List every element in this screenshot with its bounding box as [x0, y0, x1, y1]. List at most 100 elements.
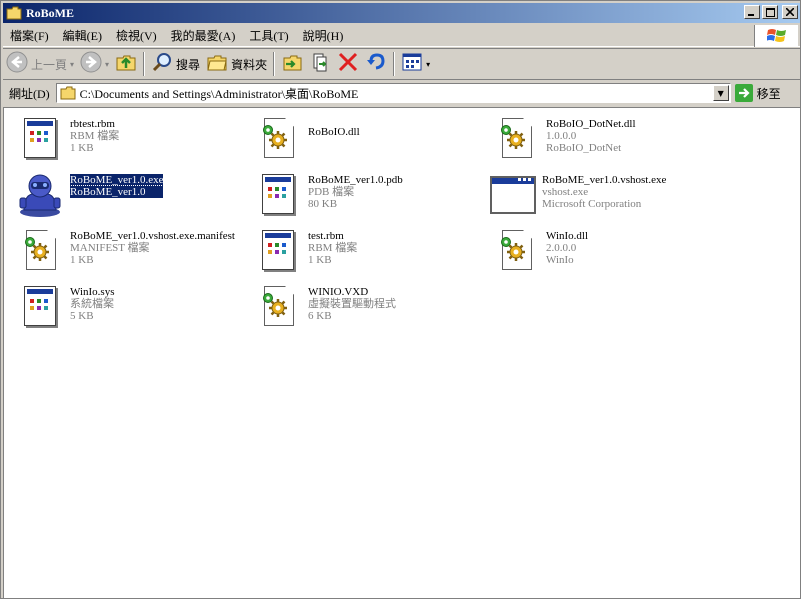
- back-button[interactable]: 上一頁 ▾: [3, 50, 77, 78]
- file-item-selected[interactable]: RoBoME_ver1.0.exe RoBoME_ver1.0: [16, 170, 246, 222]
- forward-dropdown-icon[interactable]: ▾: [105, 60, 109, 69]
- file-item[interactable]: WinIo.sys 系統檔案 5 KB: [16, 282, 246, 334]
- search-icon: [151, 51, 173, 77]
- back-label: 上一頁: [31, 57, 68, 72]
- file-type: RBM 檔案: [70, 130, 120, 142]
- menu-view[interactable]: 檢視(V): [109, 27, 164, 44]
- folders-button[interactable]: 資料夾: [203, 50, 270, 78]
- back-arrow-icon: [6, 51, 28, 77]
- menu-file[interactable]: 檔案(F): [3, 27, 56, 44]
- file-item[interactable]: test.rbm RBM 檔案 1 KB: [254, 226, 484, 278]
- undo-button[interactable]: [362, 50, 390, 78]
- window-title: RoBoME: [26, 5, 74, 20]
- search-label: 搜尋: [176, 57, 201, 72]
- dll-gear-icon: [254, 114, 302, 162]
- file-type: 虛擬裝置驅動程式: [308, 298, 396, 310]
- undo-icon: [365, 51, 387, 77]
- file-name: RoBoME_ver1.0.pdb: [308, 174, 403, 186]
- views-icon: [401, 51, 423, 77]
- file-name: WinIo.dll: [546, 230, 589, 242]
- file-name: test.rbm: [308, 230, 344, 242]
- menu-help[interactable]: 說明(H): [296, 27, 351, 44]
- toolbar-separator: [393, 52, 396, 76]
- file-item[interactable]: RoBoIO_DotNet.dll 1.0.0.0 RoBoIO_DotNet: [492, 114, 722, 166]
- file-name: RoBoIO_DotNet.dll: [546, 118, 636, 130]
- file-description: vshost.exe: [542, 186, 589, 198]
- toolbar-separator: [273, 52, 276, 76]
- copy-to-button[interactable]: [306, 50, 334, 78]
- folders-icon: [206, 51, 228, 77]
- file-version: 2.0.0.0: [546, 242, 577, 254]
- minimize-button[interactable]: [744, 5, 760, 19]
- file-name: RoBoIO.dll: [308, 126, 360, 138]
- views-button[interactable]: ▾: [398, 50, 433, 78]
- views-dropdown-icon[interactable]: ▾: [426, 60, 430, 69]
- maximize-button[interactable]: [762, 5, 778, 19]
- file-item[interactable]: WinIo.dll 2.0.0.0 WinIo: [492, 226, 722, 278]
- go-button[interactable]: 移至: [734, 84, 781, 102]
- up-folder-icon: [115, 51, 137, 77]
- go-label: 移至: [756, 86, 781, 101]
- application-window-icon: [488, 170, 536, 218]
- go-arrow-icon: [734, 84, 753, 102]
- file-type: 系統檔案: [70, 298, 114, 310]
- file-size: 1 KB: [70, 142, 94, 154]
- move-to-button[interactable]: [278, 50, 306, 78]
- file-description: RoBoIO_DotNet: [546, 142, 622, 154]
- robot-icon: [16, 170, 64, 218]
- menu-edit[interactable]: 編輯(E): [56, 27, 109, 44]
- file-name: WINIO.VXD: [308, 286, 369, 298]
- file-description: WinIo: [546, 254, 574, 266]
- toolbar-separator: [143, 52, 146, 76]
- menu-favorites[interactable]: 我的最愛(A): [164, 27, 243, 44]
- folders-label: 資料夾: [231, 57, 268, 72]
- file-item[interactable]: RoBoME_ver1.0.vshost.exe vshost.exe Micr…: [488, 170, 718, 222]
- dll-gear-icon: [16, 226, 64, 274]
- address-folder-icon: [60, 86, 76, 100]
- dll-gear-icon: [254, 282, 302, 330]
- up-folder-button[interactable]: [112, 50, 140, 78]
- menu-tools[interactable]: 工具(T): [242, 27, 295, 44]
- file-size: 5 KB: [70, 310, 94, 322]
- forward-button[interactable]: ▾: [77, 50, 112, 78]
- file-item[interactable]: rbtest.rbm RBM 檔案 1 KB: [16, 114, 246, 166]
- file-size: 6 KB: [308, 310, 332, 322]
- dll-gear-icon: [492, 226, 540, 274]
- file-version: 1.0.0.0: [546, 130, 577, 142]
- file-name: RoBoME_ver1.0.vshost.exe.manifest: [70, 230, 235, 242]
- file-item[interactable]: WINIO.VXD 虛擬裝置驅動程式 6 KB: [254, 282, 484, 334]
- back-dropdown-icon[interactable]: ▾: [70, 60, 74, 69]
- move-to-icon: [281, 51, 303, 77]
- search-button[interactable]: 搜尋: [148, 50, 203, 78]
- close-button[interactable]: [782, 5, 798, 19]
- delete-x-icon: [337, 51, 359, 77]
- file-item[interactable]: RoBoME_ver1.0.pdb PDB 檔案 80 KB: [254, 170, 484, 222]
- document-icon: [254, 170, 302, 218]
- explorer-window: RoBoME 檔案(F) 編輯(E) 檢視(V) 我的最愛(A) 工具(T) 說…: [0, 0, 801, 599]
- file-name: rbtest.rbm: [70, 118, 115, 130]
- file-company: Microsoft Corporation: [542, 198, 642, 210]
- file-name: RoBoME_ver1.0.vshost.exe: [542, 174, 667, 186]
- file-item[interactable]: RoBoIO.dll: [254, 114, 484, 166]
- file-item[interactable]: RoBoME_ver1.0.vshost.exe.manifest MANIFE…: [16, 226, 246, 278]
- document-icon: [16, 282, 64, 330]
- address-input[interactable]: C:\Documents and Settings\Administrator\…: [55, 83, 731, 103]
- address-bar: 網址(D) C:\Documents and Settings\Administ…: [3, 81, 800, 105]
- file-type: PDB 檔案: [308, 186, 355, 198]
- delete-button[interactable]: [334, 50, 362, 78]
- address-label: 網址(D): [9, 86, 50, 101]
- folder-icon: [6, 6, 22, 20]
- windows-logo-icon: [754, 25, 798, 47]
- file-name: RoBoME_ver1.0.exe: [68, 173, 165, 187]
- forward-arrow-icon: [80, 51, 102, 77]
- address-value: C:\Documents and Settings\Administrator\…: [79, 86, 359, 101]
- file-description: RoBoME_ver1.0: [68, 185, 165, 199]
- menu-bar: 檔案(F) 編輯(E) 檢視(V) 我的最愛(A) 工具(T) 說明(H): [3, 25, 800, 47]
- title-bar[interactable]: RoBoME: [3, 3, 800, 23]
- file-list[interactable]: rbtest.rbm RBM 檔案 1 KB RoBoIO.dll RoBoIO…: [3, 107, 800, 598]
- file-size: 1 KB: [70, 254, 94, 266]
- toolbar: 上一頁 ▾ ▾ 搜尋 資料夾 ▾: [3, 48, 800, 80]
- file-size: 80 KB: [308, 198, 338, 210]
- address-dropdown-button[interactable]: ▼: [712, 85, 729, 101]
- document-icon: [16, 114, 64, 162]
